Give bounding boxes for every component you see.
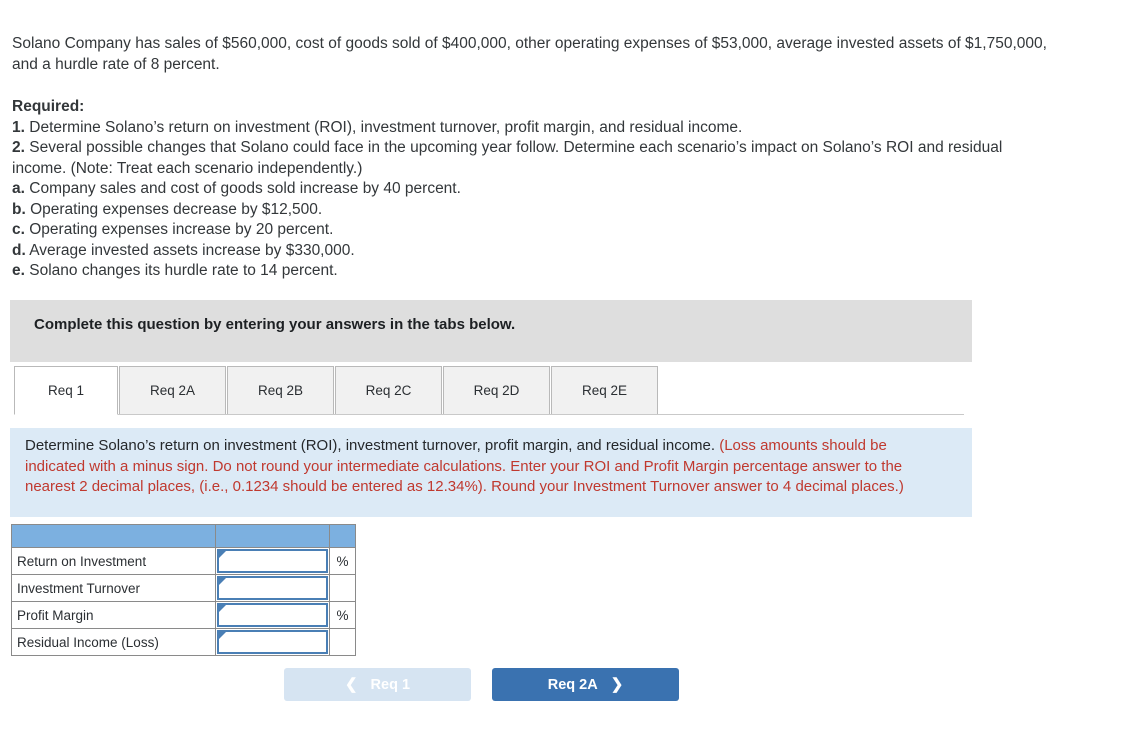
answer-table-header-row: [11, 524, 356, 548]
required-item-c: c. Operating expenses increase by 20 per…: [12, 220, 1057, 241]
row-unit-return-on-investment: %: [329, 547, 356, 575]
tab-req-2d[interactable]: Req 2D: [443, 366, 550, 415]
required-item-e: e. Solano changes its hurdle rate to 14 …: [12, 261, 1057, 282]
row-unit-residual-income: [329, 628, 356, 656]
row-unit-profit-margin: %: [329, 601, 356, 629]
required-item-2-marker: 2.: [12, 139, 25, 156]
required-item-e-text: Solano changes its hurdle rate to 14 per…: [29, 262, 338, 279]
answer-table-header-value: [215, 524, 330, 548]
instructions-banner-text: Complete this question by entering your …: [34, 316, 516, 333]
required-item-a: a. Company sales and cost of goods sold …: [12, 179, 1057, 200]
required-item-1-text: Determine Solano’s return on investment …: [29, 118, 743, 136]
required-item-d-text: Average invested assets increase by $330…: [29, 241, 355, 259]
tab-req-2a[interactable]: Req 2A: [119, 366, 226, 415]
required-heading: Required:: [12, 98, 85, 115]
input-wrapper-profit-margin: [217, 603, 328, 627]
chevron-right-icon: ❯: [610, 676, 624, 693]
row-input-cell-profit-margin[interactable]: [215, 601, 330, 629]
table-row: Residual Income (Loss): [11, 628, 356, 656]
tab-req-2b[interactable]: Req 2B: [227, 366, 334, 415]
row-label-return-on-investment: Return on Investment: [11, 547, 216, 575]
input-investment-turnover[interactable]: [228, 578, 324, 598]
answer-table: Return on Investment % Investment Turnov…: [11, 524, 356, 656]
row-input-cell-return-on-investment[interactable]: [215, 547, 330, 575]
row-input-cell-investment-turnover[interactable]: [215, 574, 330, 602]
tab-req-1[interactable]: Req 1: [14, 366, 118, 415]
required-item-a-marker: a.: [12, 180, 25, 197]
row-label-profit-margin: Profit Margin: [11, 601, 216, 629]
tab-req-2e[interactable]: Req 2E: [551, 366, 658, 415]
row-input-cell-residual-income[interactable]: [215, 628, 330, 656]
tab-req-1-label: Req 1: [47, 383, 85, 398]
chevron-left-icon: ❮: [344, 676, 358, 693]
input-wrapper-investment-turnover: [217, 576, 328, 600]
input-wrapper-return-on-investment: [217, 549, 328, 573]
next-requirement-button[interactable]: Req 2A ❯: [492, 668, 679, 701]
row-label-residual-income: Residual Income (Loss): [11, 628, 216, 656]
required-item-b-marker: b.: [12, 200, 26, 218]
required-item-c-text: Operating expenses increase by 20 percen…: [29, 221, 334, 238]
tab-req-2c[interactable]: Req 2C: [335, 366, 442, 415]
next-requirement-label: Req 2A: [547, 676, 598, 693]
prev-requirement-label: Req 1: [370, 676, 411, 693]
input-return-on-investment[interactable]: [228, 551, 324, 571]
tab-strip-underline: [14, 414, 964, 415]
requirement-tabs: Req 1 Req 2A Req 2B Req 2C Req 2D Req 2E: [14, 366, 964, 416]
problem-statement: Solano Company has sales of $560,000, co…: [12, 33, 1052, 75]
required-item-1-marker: 1.: [12, 118, 25, 136]
required-item-a-text: Company sales and cost of goods sold inc…: [29, 180, 461, 197]
requirement-instruction-text: Determine Solano’s return on investment …: [25, 436, 930, 498]
tab-req-2b-label: Req 2B: [257, 383, 304, 398]
requirement-instruction-primary: Determine Solano’s return on investment …: [25, 437, 716, 454]
tab-req-2c-label: Req 2C: [365, 383, 412, 398]
required-item-2: 2. Several possible changes that Solano …: [12, 138, 1057, 179]
input-profit-margin[interactable]: [228, 605, 324, 625]
tab-req-2e-label: Req 2E: [581, 383, 628, 398]
answer-table-header-label: [11, 524, 216, 548]
prev-requirement-button[interactable]: ❮ Req 1: [284, 668, 471, 701]
input-wrapper-residual-income: [217, 630, 328, 654]
row-label-investment-turnover: Investment Turnover: [11, 574, 216, 602]
table-row: Profit Margin %: [11, 601, 356, 629]
requirement-instruction-box: Determine Solano’s return on investment …: [10, 428, 972, 517]
tab-req-2a-label: Req 2A: [149, 383, 196, 398]
required-item-c-marker: c.: [12, 221, 25, 238]
required-item-b-text: Operating expenses decrease by $12,500.: [30, 200, 323, 218]
required-item-d: d. Average invested assets increase by $…: [12, 241, 1057, 262]
problem-statement-line-1: Solano Company has sales of $560,000, co…: [12, 35, 895, 52]
required-item-e-marker: e.: [12, 262, 25, 279]
required-item-d-marker: d.: [12, 241, 26, 259]
table-row: Investment Turnover: [11, 574, 356, 602]
answer-table-header-unit: [329, 524, 356, 548]
row-unit-investment-turnover: [329, 574, 356, 602]
table-row: Return on Investment %: [11, 547, 356, 575]
required-section: Required: 1. Determine Solano’s return o…: [12, 97, 1057, 282]
required-item-1: 1. Determine Solano’s return on investme…: [12, 118, 1057, 139]
required-item-2-text: Several possible changes that Solano cou…: [12, 139, 1003, 177]
input-residual-income[interactable]: [228, 632, 324, 652]
required-item-b: b. Operating expenses decrease by $12,50…: [12, 200, 1057, 221]
tab-req-2d-label: Req 2D: [473, 383, 520, 398]
instructions-banner: Complete this question by entering your …: [10, 300, 972, 362]
